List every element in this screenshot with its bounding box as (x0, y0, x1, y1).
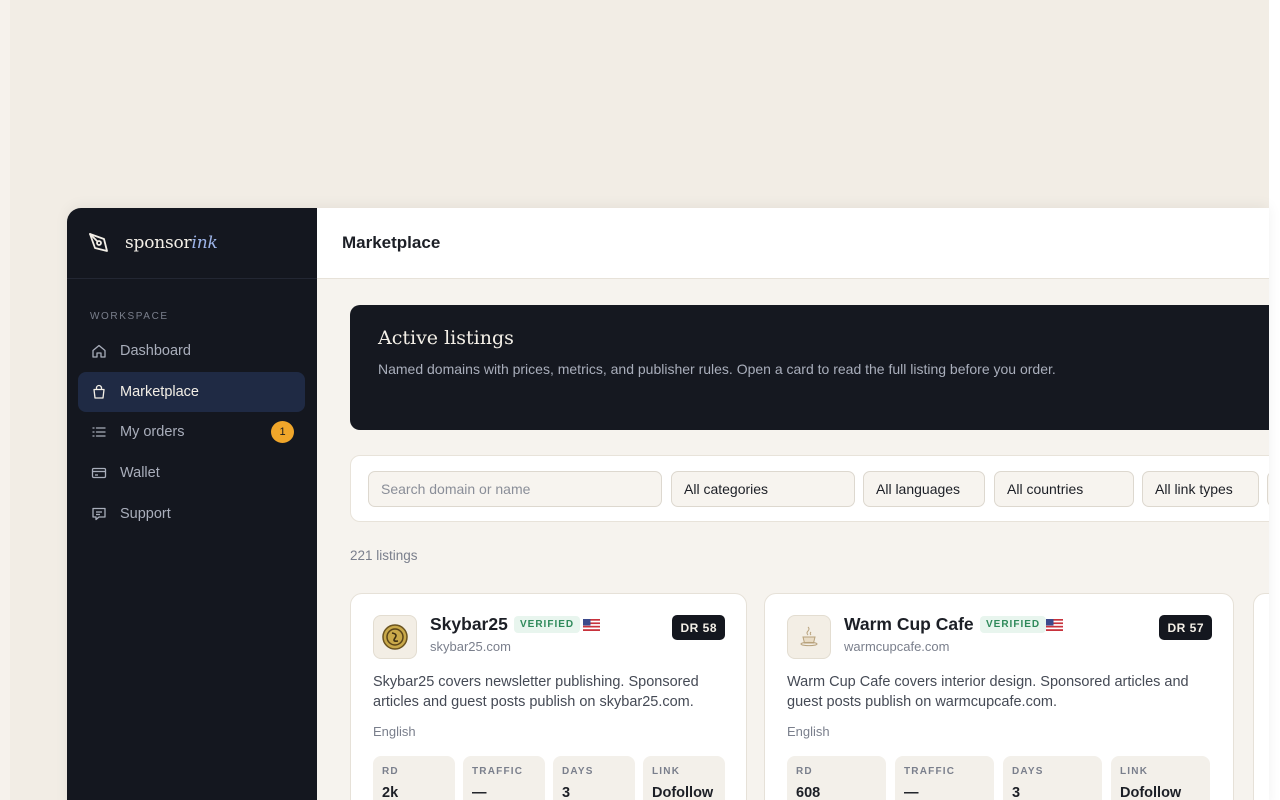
metric-link: LINK Dofollow (1111, 756, 1210, 800)
next-filter-select[interactable] (1267, 471, 1269, 507)
metric-value: — (472, 785, 487, 800)
site-language: English (373, 724, 416, 739)
background-strip-right (1269, 0, 1280, 800)
language-select[interactable]: All languages (863, 471, 985, 507)
metric-rd: RD 608 (787, 756, 886, 800)
metric-traffic: TRAFFIC — (463, 756, 545, 800)
metric-link: LINK Dofollow (643, 756, 725, 800)
domain-rating-badge: DR 58 (672, 615, 725, 640)
search-field[interactable] (368, 471, 662, 507)
app-window: sponsorink WORKSPACE Dashboard Marketpla… (67, 208, 1269, 800)
home-icon (91, 343, 107, 359)
site-description-line: Skybar25 covers newsletter publishing. S… (373, 674, 699, 690)
pen-nib-logo-icon (89, 233, 108, 252)
sidebar-item-dashboard[interactable]: Dashboard (78, 331, 305, 371)
sidebar-item-wallet[interactable]: Wallet (78, 453, 305, 493)
site-description: Warm Cup Cafe covers interior design. Sp… (787, 672, 1189, 712)
category-select-value: All categories (684, 481, 769, 497)
workspace-section-label: WORKSPACE (90, 311, 169, 322)
sidebar-item-my-orders[interactable]: My orders 1 (78, 412, 305, 452)
sidebar-nav: Dashboard Marketplace My orders 1 Wallet… (67, 331, 317, 534)
listing-card[interactable]: Skybar25 VERIFIED skybar25.com DR 58 Sky… (350, 593, 747, 800)
main-content: Marketplace Active listings Named domain… (317, 208, 1269, 800)
metric-label: DAYS (1012, 766, 1044, 777)
metric-rd: RD 2k (373, 756, 455, 800)
metric-label: TRAFFIC (904, 766, 956, 777)
background-strip-left (0, 0, 10, 800)
sidebar-item-label: My orders (120, 424, 185, 441)
link-type-select[interactable]: All link types (1142, 471, 1259, 507)
sidebar-item-support[interactable]: Support (78, 494, 305, 534)
site-logo (787, 615, 831, 659)
site-description: Skybar25 covers newsletter publishing. S… (373, 672, 699, 712)
us-flag-icon (1046, 619, 1063, 631)
search-input[interactable] (381, 481, 661, 497)
sidebar-item-label: Support (120, 505, 171, 522)
site-description-line: guest posts publish on warmcupcafe.com. (787, 694, 1057, 710)
site-name: Warm Cup Cafe (844, 614, 974, 634)
listing-card[interactable]: Warm Cup Cafe VERIFIED warmcupcafe.com D… (764, 593, 1234, 800)
banner-title: Active listings (378, 327, 514, 349)
metric-label: LINK (652, 766, 681, 777)
filter-bar: All categories All languages All countri… (350, 455, 1269, 522)
metric-value: Dofollow (1120, 785, 1182, 800)
metric-label: RD (796, 766, 813, 777)
verified-badge: VERIFIED (514, 616, 581, 633)
listing-card-partial[interactable] (1253, 593, 1269, 800)
metric-label: LINK (1120, 766, 1149, 777)
sidebar-item-label: Marketplace (120, 383, 199, 400)
coffee-cup-icon (800, 626, 818, 647)
active-listings-banner: Active listings Named domains with price… (350, 305, 1269, 430)
brand-name-italic: ink (191, 233, 218, 253)
metric-value: 3 (562, 785, 571, 800)
metric-label: DAYS (562, 766, 594, 777)
country-select-value: All countries (1007, 481, 1084, 497)
topbar: Marketplace (317, 208, 1269, 279)
metric-value: 608 (796, 785, 821, 800)
site-name: Skybar25 (430, 614, 508, 634)
site-language: English (787, 724, 830, 739)
us-flag-icon (583, 619, 600, 631)
site-logo (373, 615, 417, 659)
metric-days: DAYS 3 (553, 756, 635, 800)
site-description-line: articles and guest posts publish on skyb… (373, 694, 694, 710)
metric-value: — (904, 785, 919, 800)
country-select[interactable]: All countries (994, 471, 1134, 507)
metric-days: DAYS 3 (1003, 756, 1102, 800)
metric-value: 2k (382, 785, 399, 800)
metric-traffic: TRAFFIC — (895, 756, 994, 800)
metric-label: TRAFFIC (472, 766, 524, 777)
domain-rating-badge: DR 57 (1159, 615, 1212, 640)
site-domain: skybar25.com (430, 639, 511, 654)
sidebar: sponsorink WORKSPACE Dashboard Marketpla… (67, 208, 317, 800)
metric-label: RD (382, 766, 399, 777)
site-description-line: Warm Cup Cafe covers interior design. Sp… (787, 674, 1189, 690)
support-chat-icon (91, 506, 107, 522)
banner-description: Named domains with prices, metrics, and … (378, 361, 1056, 377)
language-select-value: All languages (876, 481, 961, 497)
wallet-icon (91, 465, 107, 481)
metric-value: Dofollow (652, 785, 714, 800)
verified-badge: VERIFIED (980, 616, 1047, 633)
list-icon (91, 424, 107, 440)
brand-name-plain: sponsor (125, 233, 192, 253)
shopping-bag-icon (91, 384, 107, 400)
page-title: Marketplace (342, 233, 441, 252)
sidebar-item-marketplace[interactable]: Marketplace (78, 371, 305, 412)
sidebar-item-label: Dashboard (120, 343, 191, 359)
site-domain: warmcupcafe.com (844, 639, 950, 654)
brand-name: sponsorink (125, 233, 218, 253)
orders-count-badge: 1 (271, 421, 294, 444)
skybar-emblem-icon (382, 624, 408, 650)
link-type-select-value: All link types (1155, 481, 1233, 497)
brand[interactable]: sponsorink (67, 208, 317, 279)
listing-count: 221 listings (350, 548, 418, 563)
metric-value: 3 (1012, 785, 1021, 800)
category-select[interactable]: All categories (671, 471, 855, 507)
sidebar-item-label: Wallet (120, 465, 160, 482)
